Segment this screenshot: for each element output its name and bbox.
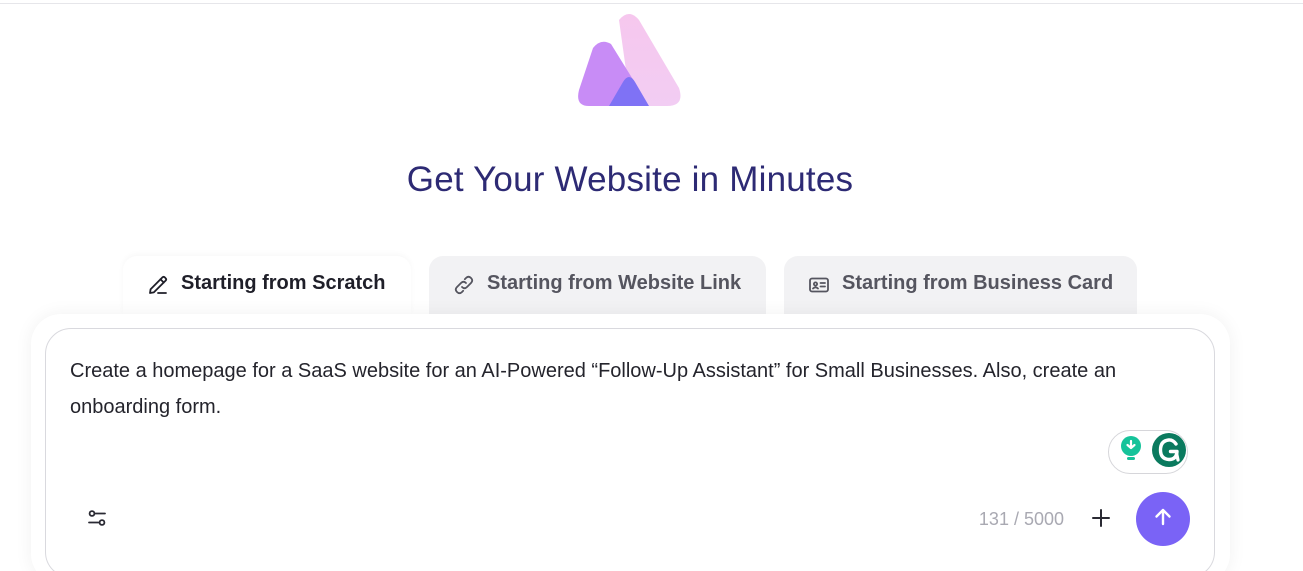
lightbulb-icon[interactable]: [1115, 433, 1149, 472]
page: Get Your Website in Minutes Starting fro…: [0, 0, 1303, 571]
page-title: Get Your Website in Minutes: [406, 160, 854, 199]
send-button[interactable]: [1136, 492, 1190, 546]
sliders-icon: [86, 507, 108, 534]
character-counter: 131 / 5000: [978, 509, 1064, 529]
arrow-up-icon: [1151, 505, 1175, 534]
link-icon: [451, 272, 477, 298]
tab-label: Starting from Website Link: [487, 272, 742, 294]
tab-label: Starting from Scratch: [181, 272, 386, 294]
grammarly-icon[interactable]: [1151, 432, 1187, 473]
tab-starting-from-business-card[interactable]: Starting from Business Card: [784, 256, 1137, 314]
tab-starting-from-website-link[interactable]: Starting from Website Link: [429, 256, 766, 314]
tab-label: Starting from Business Card: [842, 272, 1114, 294]
pencil-icon: [145, 272, 171, 298]
prompt-panel: Create a homepage for a SaaS website for…: [45, 328, 1215, 571]
grammarly-widget[interactable]: [1108, 430, 1188, 474]
settings-button[interactable]: [82, 505, 112, 535]
app-logo-icon: [578, 14, 681, 106]
id-card-icon: [806, 272, 832, 298]
tab-starting-from-scratch[interactable]: Starting from Scratch: [123, 256, 411, 314]
top-divider: [0, 3, 1303, 4]
plus-icon: [1090, 507, 1112, 534]
add-attachment-button[interactable]: [1086, 505, 1116, 535]
prompt-input[interactable]: Create a homepage for a SaaS website for…: [70, 353, 1200, 425]
